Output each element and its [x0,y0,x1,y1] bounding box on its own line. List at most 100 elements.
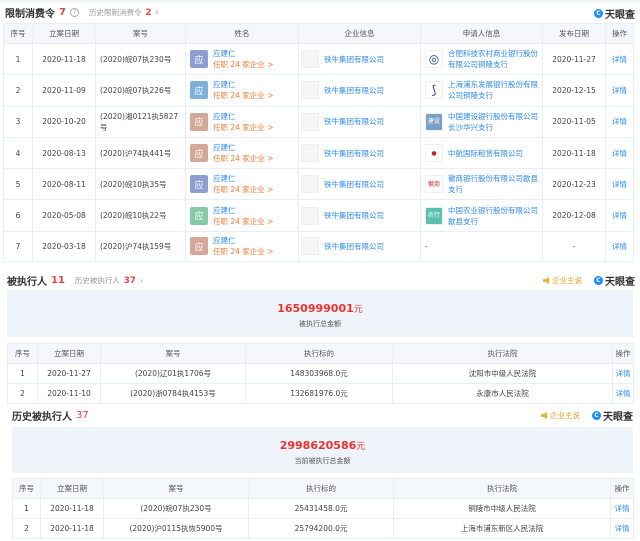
details-link[interactable]: 详情 [605,168,634,201]
person-name-link[interactable]: 应建仁 [213,235,273,246]
applicant-cell: ● 中航国际租赁有限公司 [420,136,543,170]
positions-link[interactable]: 任职 24 家企业 > [213,153,273,164]
person[interactable]: 应应建仁 任职 24 家企业 > [186,235,298,257]
person-name-link[interactable]: 应建仁 [213,173,273,184]
applicant[interactable]: ◎ 合肥科技农村商业银行股份有限公司铜陵支行 [421,48,542,70]
table-row: 1 2020-11-18 (2020)皖07执230号应应建仁 任职 24 家企业 >… [3,42,634,76]
name-cell: 应应建仁 任职 24 家企业 > [185,136,299,170]
company-link[interactable]: 铁牛集团有限公司 [324,85,384,96]
filing-date: 2020-03-18 [32,230,96,262]
execution-target: 25794200.0元 [248,518,394,539]
column-header: 序号 [3,23,33,44]
applicant-cell: 农行 中国农业银行股份有限公司歙县支行 [420,199,543,232]
company-link[interactable]: 铁牛集团有限公司 [324,210,384,221]
column-header: 姓名 [185,23,299,44]
applicant[interactable]: 徽商 徽商银行股份有限公司歙县支行 [421,173,542,195]
person[interactable]: 应应建仁 任职 24 家企业 > [186,205,298,227]
column-header: 操作 [605,23,634,44]
details-link[interactable]: 详情 [605,136,634,170]
avatar: 应 [190,50,208,69]
column-header: 执行标的 [248,478,394,499]
case-number: (2020)浙0784执4153号 [100,383,246,404]
person-name-link[interactable]: 应建仁 [213,142,273,153]
case-number: (2020)沪74执441号 [95,136,186,170]
positions-link[interactable]: 任职 24 家企业 > [213,59,273,70]
applicant[interactable]: ● 中航国际租赁有限公司 [421,144,542,163]
details-link[interactable]: 详情 [612,363,634,384]
applicant[interactable]: 建设 中国建设银行股份有限公司长沙华兴支行 [421,111,542,133]
table-row: 7 2020-03-18 (2020)沪74执159号应应建仁 任职 24 家企业 >… [3,230,634,262]
chevron-right-icon: › [139,276,143,285]
avatar: 应 [190,206,208,225]
company-link[interactable]: 铁牛集团有限公司 [324,241,384,252]
details-link[interactable]: 详情 [605,74,634,107]
details-link[interactable]: 详情 [612,383,634,404]
applicant-link[interactable]: 上海浦东发展银行股份有限公司铜陵支行 [448,79,542,101]
person[interactable]: 应应建仁 任职 24 家企业 > [186,79,298,101]
applicant[interactable]: ⟆ 上海浦东发展银行股份有限公司铜陵支行 [421,79,542,101]
case-number: (2020)沪74执159号 [95,230,186,262]
help-icon[interactable]: ? [69,8,79,17]
person-name-link[interactable]: 应建仁 [213,205,273,216]
details-link[interactable]: 详情 [610,498,634,519]
name-cell: 应应建仁 任职 24 家企业 > [185,230,299,262]
applicant-link[interactable]: 中航国际租赁有限公司 [448,148,523,159]
applicant-link[interactable]: 中国建设银行股份有限公司长沙华兴支行 [448,111,542,133]
company[interactable]: 铁牛集团有限公司 [299,206,420,225]
company[interactable]: 铁牛集团有限公司 [299,144,420,163]
company[interactable]: 铁牛集团有限公司 [299,112,420,131]
row-number: 5 [3,168,33,201]
details-link[interactable]: 详情 [605,105,634,138]
company-link[interactable]: 铁牛集团有限公司 [324,116,384,127]
history-count[interactable]: 2 [145,8,151,18]
history-link[interactable]: 历史被执行人 [75,275,120,286]
positions-link[interactable]: 任职 24 家企业 > [213,184,273,195]
history-count[interactable]: 37 [124,276,136,286]
column-header: 案号 [103,478,249,499]
column-header: 序号 [12,478,41,499]
company-cell: 铁牛集团有限公司 [298,74,421,107]
applicant[interactable]: 农行 中国农业银行股份有限公司歙县支行 [421,205,542,227]
company[interactable]: 铁牛集团有限公司 [299,81,420,100]
total-amount: 2998620586元 [279,439,366,452]
person[interactable]: 应应建仁 任职 24 家企业 > [186,142,298,164]
company[interactable]: 铁牛集团有限公司 [299,237,420,256]
details-link[interactable]: 详情 [610,518,634,539]
row-number: 7 [3,230,33,262]
company-link[interactable]: 铁牛集团有限公司 [324,54,384,65]
filing-date: 2020-11-10 [37,383,101,404]
positions-link[interactable]: 任职 24 家企业 > [213,122,273,133]
details-link[interactable]: 详情 [605,230,634,262]
company-link[interactable]: 铁牛集团有限公司 [324,148,384,159]
name-cell: 应应建仁 任职 24 家企业 > [185,168,299,201]
applicant-link[interactable]: 中国农业银行股份有限公司歙县支行 [448,205,542,227]
applicant-logo: ⟆ [425,81,443,100]
positions-link[interactable]: 任职 24 家企业 > [213,216,273,227]
positions-link[interactable]: 任职 24 家企业 > [213,90,273,101]
details-link[interactable]: 详情 [605,42,634,76]
company-cell: 铁牛集团有限公司 [298,199,421,232]
section-title: 历史被执行人 [12,412,72,423]
column-header: 案号 [100,343,246,364]
company-says-button[interactable]: 企业主说 [543,275,582,286]
filing-date: 2020-08-11 [32,168,96,201]
details-link[interactable]: 详情 [605,199,634,232]
person[interactable]: 应应建仁 任职 24 家企业 > [186,48,298,70]
person-name-link[interactable]: 应建仁 [213,79,273,90]
history-link[interactable]: 历史限制消费令 [89,7,142,18]
applicant-link[interactable]: 合肥科技农村商业银行股份有限公司铜陵支行 [448,48,542,70]
filing-date: 2020-11-18 [40,518,104,539]
restriction-table: 序号 立案日期 案号 姓名 企业信息 申请人信息 发布日期 操作 1 2020-11-18 (202… [3,23,634,262]
person[interactable]: 应应建仁 任职 24 家企业 > [186,173,298,195]
company[interactable]: 铁牛集团有限公司 [299,175,420,194]
positions-link[interactable]: 任职 24 家企业 > [213,246,273,257]
applicant-link[interactable]: 徽商银行股份有限公司歙县支行 [448,173,542,195]
person-name-link[interactable]: 应建仁 [213,111,273,122]
person-name-link[interactable]: 应建仁 [213,48,273,59]
company-link[interactable]: 铁牛集团有限公司 [324,179,384,190]
person[interactable]: 应应建仁 任职 24 家企业 > [186,111,298,133]
company-says-button[interactable]: 企业主说 [541,410,580,421]
logo-icon: C [594,276,603,285]
column-header: 企业信息 [298,23,421,44]
company[interactable]: 铁牛集团有限公司 [299,50,420,69]
